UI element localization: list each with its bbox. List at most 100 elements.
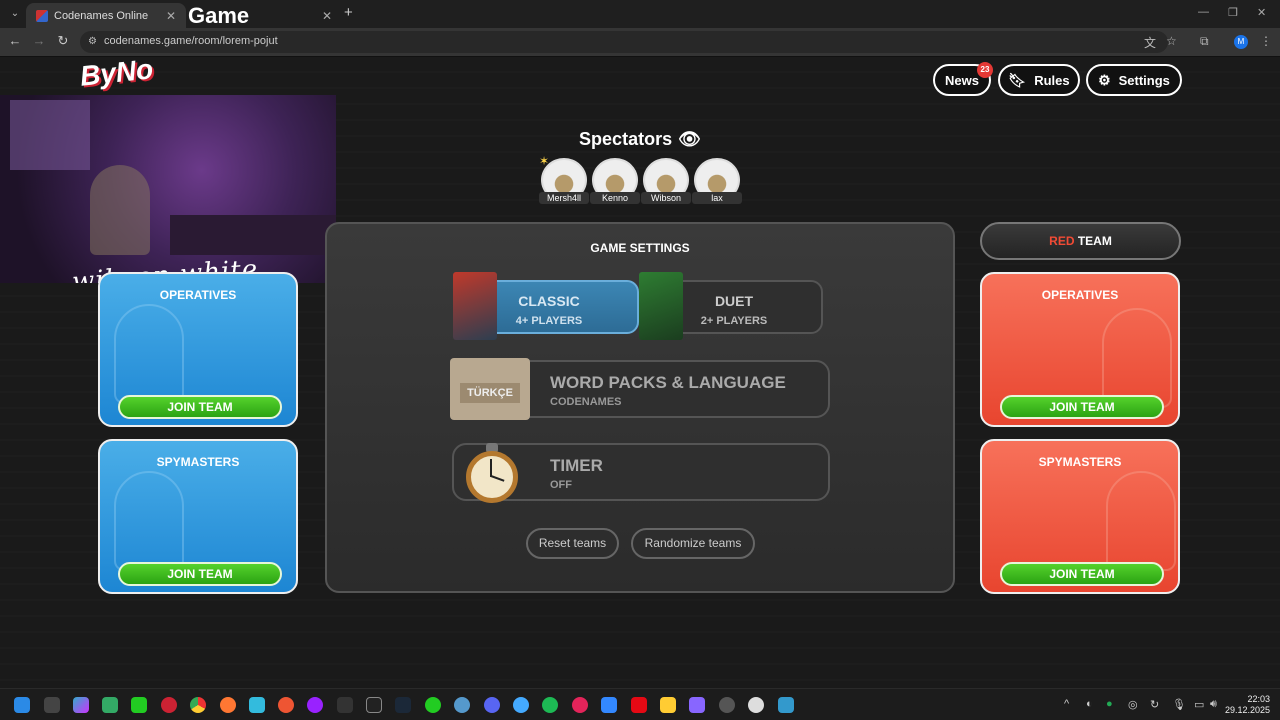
chatgpt-icon[interactable] [748, 697, 764, 713]
bookmark-icon: 🔖︎ [1008, 71, 1027, 88]
spectator-name: Kenno [590, 192, 640, 204]
volume-icon[interactable]: 🔊︎ [1210, 698, 1217, 711]
app-icon[interactable] [454, 697, 470, 713]
app-icon[interactable] [278, 697, 294, 713]
rules-button[interactable]: 🔖︎ Rules [998, 64, 1080, 96]
spectator-name: Mersh4ll [539, 192, 589, 204]
url-text: codenames.game/room/lorem-pojut [104, 35, 278, 47]
xbox-icon[interactable] [131, 697, 147, 713]
xbox-app-icon[interactable] [425, 697, 441, 713]
start-icon[interactable] [14, 697, 30, 713]
reset-teams-button[interactable]: Reset teams [526, 528, 619, 559]
tray-mic-icon[interactable]: 🎙︎ [1172, 698, 1186, 711]
webcam-chair-shape [90, 165, 150, 255]
word-packs-button[interactable]: TÜRKÇE WORD PACKS & LANGUAGE CODENAMES [450, 358, 830, 420]
mode-duet-button[interactable]: DUET 2+ PLAYERS [639, 272, 823, 340]
firefox-icon[interactable] [220, 697, 236, 713]
tab-search-icon[interactable]: ⌄ [6, 5, 24, 23]
netflix-icon[interactable] [631, 697, 647, 713]
blue-spymasters-title: SPYMASTERS [156, 455, 240, 469]
address-bar: ← → ↻ ⚙ codenames.game/room/lorem-pojut … [0, 28, 1280, 56]
popcorn-icon[interactable] [660, 697, 676, 713]
team-word: TEAM [1077, 234, 1112, 248]
close-window-icon[interactable]: ✕ [1257, 6, 1266, 19]
steam-icon[interactable] [395, 697, 411, 713]
red-operatives-title: OPERATIVES [1041, 288, 1119, 302]
taskbar-clock[interactable]: 22:03 29.12.2025 [1222, 694, 1270, 716]
profile-avatar[interactable]: M [1234, 35, 1248, 49]
app-icon[interactable] [719, 697, 735, 713]
spymaster-portrait [1106, 471, 1176, 571]
app-icon[interactable] [307, 697, 323, 713]
new-tab-button[interactable]: + [344, 4, 353, 21]
app-icon[interactable] [601, 697, 617, 713]
task-view-icon[interactable] [44, 697, 60, 713]
tray-chevron-icon[interactable]: ^ [1064, 698, 1069, 710]
minimize-icon[interactable]: — [1198, 6, 1209, 18]
timer-button[interactable]: TIMER OFF [452, 443, 830, 503]
chrome-icon[interactable] [190, 697, 206, 713]
blue-operatives-join-button[interactable]: JOIN TEAM [118, 395, 282, 419]
word-pack-box-icon: TÜRKÇE [450, 358, 530, 420]
close-tab-icon[interactable]: ✕ [166, 9, 176, 23]
tab-codenames[interactable]: Codenames Online ✕ [26, 3, 186, 28]
mode-players: 2+ PLAYERS [700, 315, 768, 327]
spotify-icon[interactable] [542, 697, 558, 713]
extensions-icon[interactable]: ⧉ [1200, 34, 1209, 49]
codenames-favicon-icon [36, 9, 48, 22]
game-settings-panel: GAME SETTINGS CLASSIC 4+ PLAYERS DUET 2+… [325, 222, 955, 593]
reload-icon[interactable]: ↻ [54, 33, 72, 49]
windows-taskbar: ^ ◐ ● ◎ ↻ 🎙︎ ▭ 🔊︎ 22:03 29.12.2025 [0, 688, 1280, 720]
app-icon[interactable] [513, 697, 529, 713]
settings-label: Settings [1118, 72, 1170, 88]
mode-classic-button[interactable]: CLASSIC 4+ PLAYERS [453, 272, 639, 340]
amazon-games-icon[interactable] [337, 697, 353, 713]
store-icon[interactable] [102, 697, 118, 713]
url-field[interactable]: ⚙ codenames.game/room/lorem-pojut [80, 31, 1168, 53]
red-team-word: RED [1049, 234, 1075, 248]
randomize-teams-button[interactable]: Randomize teams [631, 528, 755, 559]
back-icon[interactable]: ← [6, 33, 24, 48]
app-icon[interactable] [689, 697, 705, 713]
discord-icon[interactable] [484, 697, 500, 713]
spectator-avatar[interactable]: ✶ Mersh4ll [539, 154, 589, 204]
tray-app-icon[interactable]: ◐ [1086, 698, 1093, 710]
red-operatives-join-button[interactable]: JOIN TEAM [1000, 395, 1164, 419]
stream-logo: ByNo Game [79, 3, 280, 117]
timer-value: OFF [550, 479, 572, 491]
logo-word: Game [188, 3, 250, 28]
blue-spymasters-join-button[interactable]: JOIN TEAM [118, 562, 282, 586]
red-spymasters-join-button[interactable]: JOIN TEAM [1000, 562, 1164, 586]
spectator-avatar[interactable]: lax [692, 158, 742, 204]
restore-icon[interactable]: ❐ [1228, 6, 1238, 19]
translate-icon[interactable]: 文 [1144, 34, 1156, 51]
eye-icon: 👁︎ [678, 129, 701, 149]
bookmark-star-icon[interactable]: ☆ [1166, 34, 1177, 48]
tray-steam-icon[interactable]: ◎ [1128, 698, 1138, 711]
spectator-avatar[interactable]: Kenno [590, 158, 640, 204]
tab-title: Codenames Online [54, 9, 149, 22]
news-button[interactable]: News 23 [933, 62, 993, 96]
gear-icon: ⚙ [1098, 71, 1111, 88]
mode-players: 4+ PLAYERS [515, 315, 583, 327]
site-info-icon[interactable]: ⚙ [88, 36, 97, 47]
blue-spymasters-card: SPYMASTERS JOIN TEAM [98, 439, 298, 594]
tray-sync-icon[interactable]: ↻ [1150, 698, 1159, 711]
opera-icon[interactable] [161, 697, 177, 713]
epic-games-icon[interactable] [366, 697, 382, 713]
word-packs-label: WORD PACKS & LANGUAGE [550, 373, 786, 392]
app-icon[interactable] [778, 697, 794, 713]
pack-label: TÜRKÇE [460, 383, 520, 403]
tray-app-icon[interactable]: ● [1106, 698, 1113, 710]
rules-label: Rules [1034, 72, 1070, 88]
app-icon[interactable] [249, 697, 265, 713]
network-icon[interactable]: ▭ [1194, 698, 1204, 711]
spymaster-portrait [114, 471, 184, 571]
close-tab-icon[interactable]: ✕ [322, 9, 332, 23]
forward-icon[interactable]: → [30, 33, 48, 48]
browser-menu-icon[interactable]: ⋮ [1260, 34, 1272, 48]
spectator-avatar[interactable]: Wibson [641, 158, 691, 204]
settings-button[interactable]: ⚙ Settings [1086, 64, 1182, 96]
copilot-icon[interactable] [73, 697, 89, 713]
media-player-icon[interactable] [572, 697, 588, 713]
